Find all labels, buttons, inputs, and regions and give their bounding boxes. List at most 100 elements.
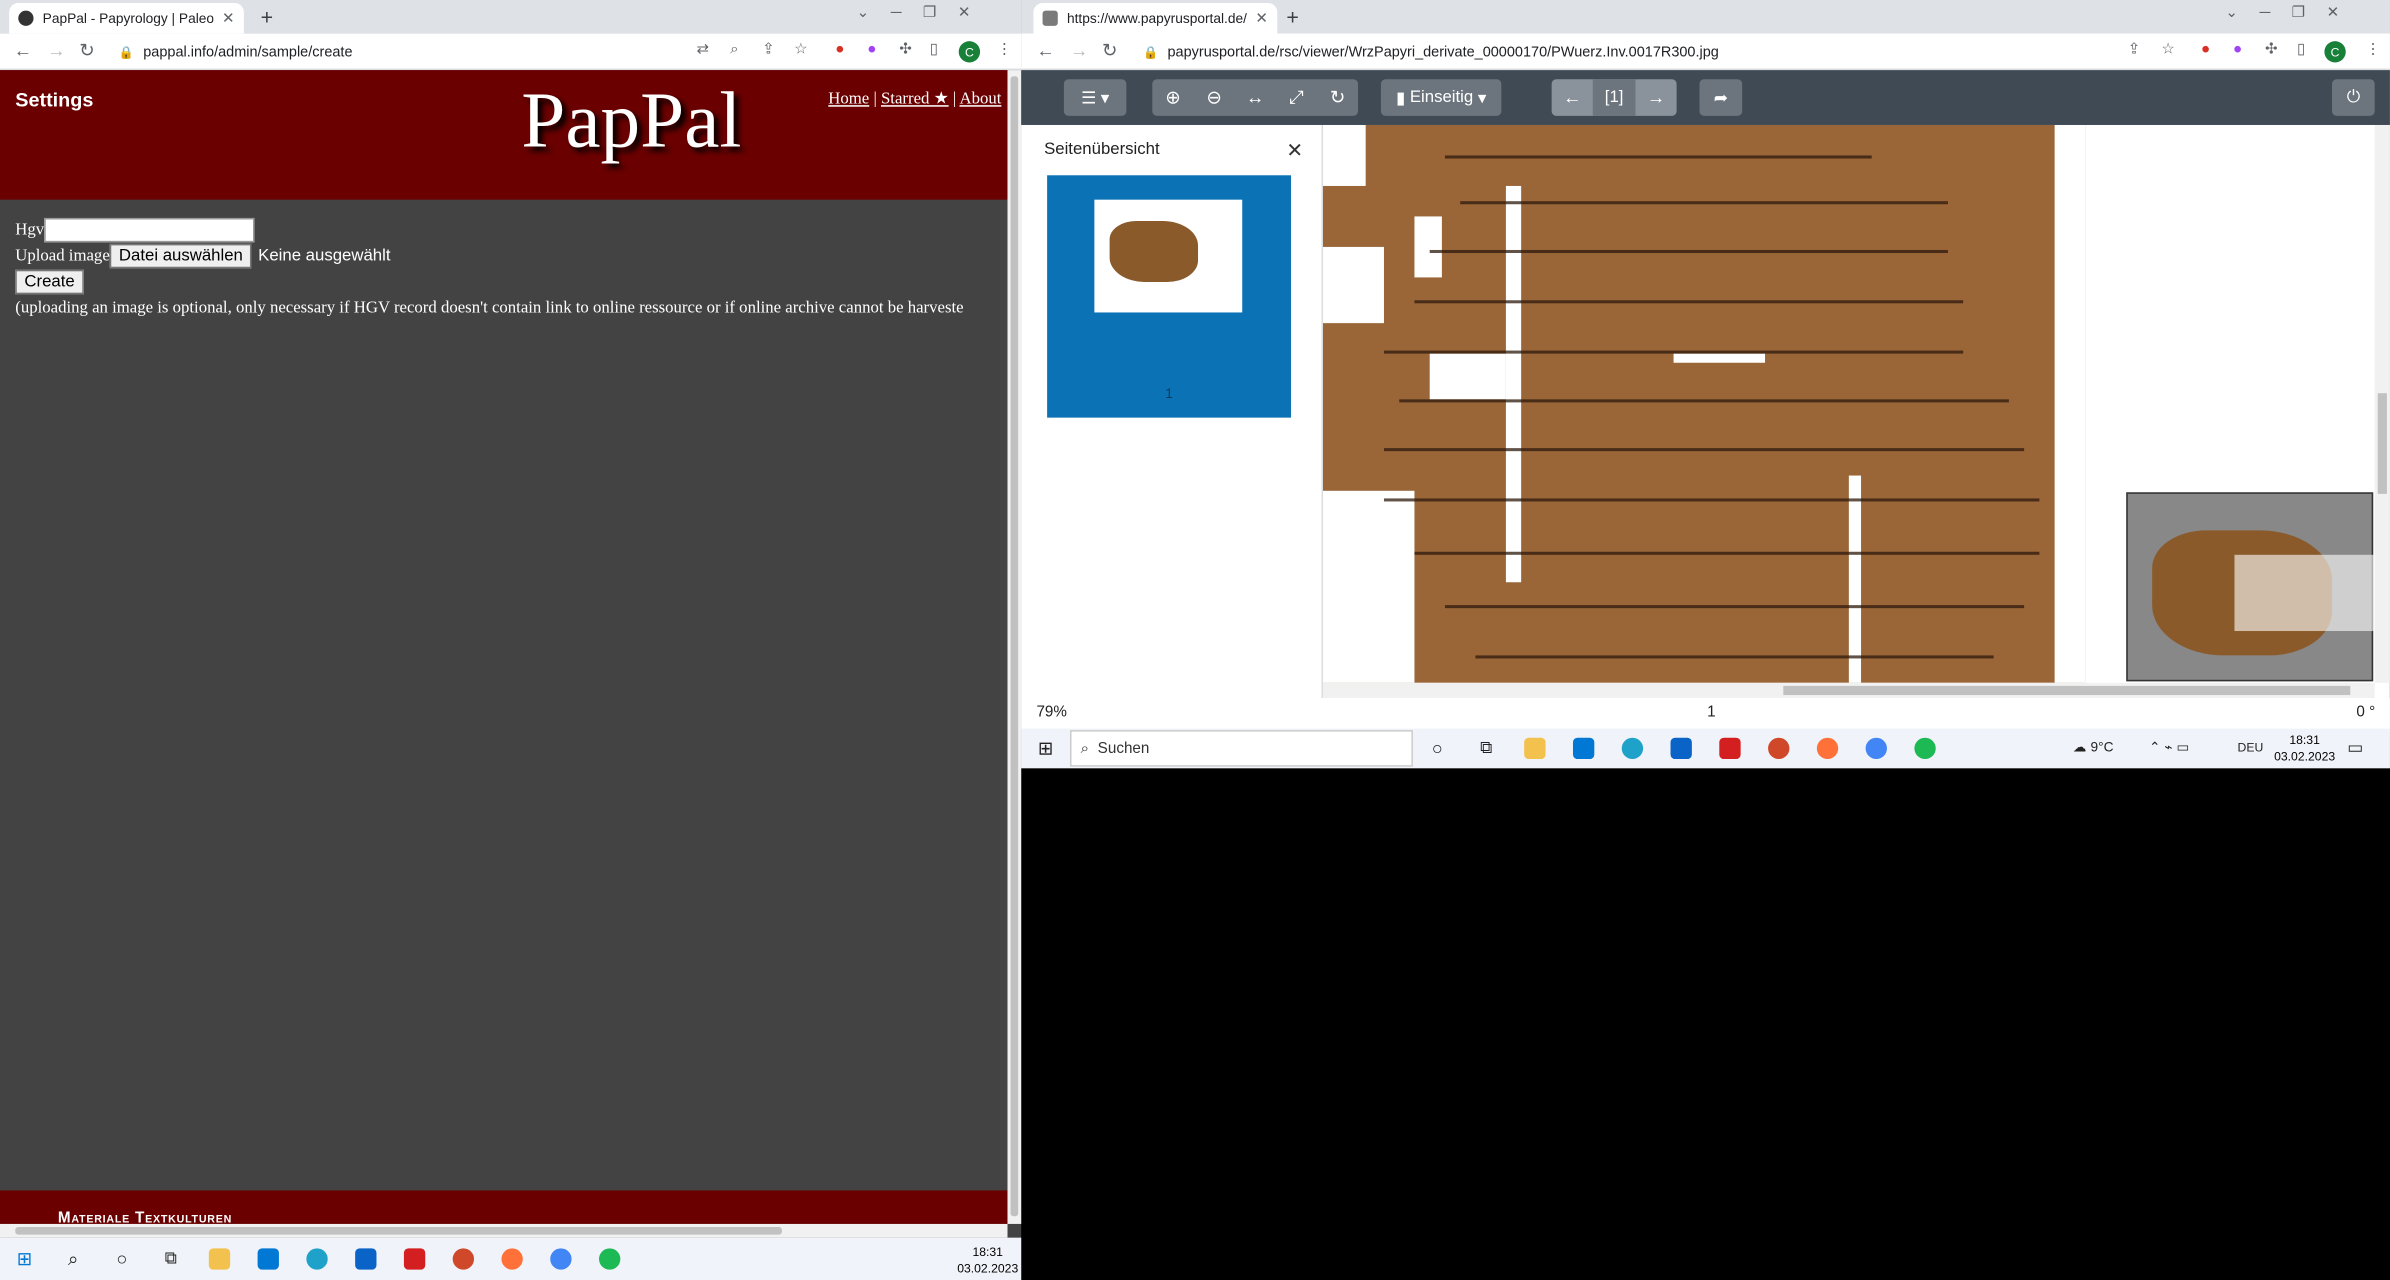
reload-icon[interactable]: ↻ (79, 40, 94, 61)
pappal-logo[interactable]: PapPal (521, 76, 741, 166)
mail-icon[interactable] (355, 1248, 377, 1270)
side-panel-icon[interactable]: ▯ (930, 41, 938, 58)
create-row: Create (15, 268, 1006, 294)
close-tab-icon[interactable]: ✕ (1255, 10, 1268, 27)
viewer-menu-button[interactable]: ☰ ▾ (1063, 79, 1127, 116)
powerpoint-icon[interactable] (1768, 737, 1790, 760)
profile-avatar[interactable]: C (2324, 41, 2346, 63)
window-controls[interactable]: ⌄─❐✕ (857, 5, 992, 22)
reload-icon[interactable]: ↻ (1102, 40, 1117, 61)
spotify-icon[interactable] (1914, 737, 1936, 760)
viewer-vertical-scrollbar[interactable] (2374, 124, 2390, 683)
taskbar-search-box[interactable]: ⌕ Suchen (1069, 730, 1413, 767)
tab-pappal[interactable]: PapPal - Papyrology | Paleograph ✕ (9, 3, 244, 34)
navigator-overview[interactable] (2126, 492, 2375, 682)
firefox-icon[interactable] (1816, 737, 1839, 760)
chrome-icon[interactable] (550, 1248, 572, 1270)
powerpoint-icon[interactable] (452, 1248, 475, 1270)
notification-icon[interactable]: ▭ (2347, 738, 2363, 757)
extension-purple-icon[interactable]: ● (867, 41, 876, 58)
close-icon[interactable]: ✕ (1286, 139, 1303, 163)
nav-starred-link[interactable]: Starred ★ (881, 90, 949, 108)
share-arrow-button[interactable]: ➦ (1699, 79, 1743, 116)
edge-icon[interactable] (1621, 737, 1644, 760)
create-button[interactable]: Create (15, 269, 84, 294)
tray-icons[interactable]: ⌃ ⌁ ▭ (2149, 739, 2189, 756)
view-mode-dropdown[interactable]: ▮ Einseitig ▾ (1380, 79, 1502, 116)
spotify-icon[interactable] (599, 1248, 621, 1270)
search-placeholder: Suchen (1097, 739, 1150, 757)
power-button[interactable]: ⏻ (2332, 79, 2375, 116)
page-overview-title: Seitenübersicht (1044, 140, 1160, 159)
zoom-icon[interactable]: ⌕ (730, 41, 739, 58)
bookmark-star-icon[interactable]: ☆ (2161, 41, 2175, 58)
browser-toolbar: ← → ↻ 🔒 pappal.info/admin/sample/create … (0, 33, 1022, 71)
side-panel-icon[interactable]: ▯ (2297, 41, 2305, 58)
horizontal-scrollbar[interactable] (0, 1223, 1008, 1238)
extension-red-icon[interactable]: ● (2201, 41, 2210, 58)
store-icon[interactable] (257, 1248, 279, 1270)
page-indicator[interactable]: [1] (1592, 79, 1636, 116)
firefox-icon[interactable] (501, 1248, 523, 1270)
bookmark-star-icon[interactable]: ☆ (794, 41, 808, 58)
forward-arrow-icon[interactable]: → (1070, 40, 1088, 61)
page-thumbnail[interactable]: 1 (1047, 175, 1291, 418)
weather-widget[interactable]: ☁ 9°C (2073, 739, 2114, 756)
edge-icon[interactable] (306, 1248, 328, 1270)
rotate-icon[interactable]: ↻ (1317, 79, 1358, 116)
search-icon[interactable]: ⌕ (62, 1248, 83, 1269)
extension-purple-icon[interactable]: ● (2233, 41, 2242, 58)
menu-dots-icon[interactable]: ⋮ (997, 41, 1012, 58)
forward-arrow-icon[interactable]: → (47, 40, 65, 61)
viewer-horizontal-scrollbar[interactable] (1323, 682, 2375, 699)
thumbnail-image (1094, 199, 1243, 313)
left-browser-window: PapPal - Papyrology | Paleograph ✕ + ⌄─❐… (0, 0, 1022, 1280)
address-bar[interactable]: 🔒 papyrusportal.de/rsc/viewer/WrzPapyri_… (1143, 38, 2103, 65)
nav-home-link[interactable]: Home (828, 90, 869, 108)
fit-width-icon[interactable]: ↔ (1235, 79, 1276, 116)
file-explorer-icon[interactable] (1524, 737, 1546, 760)
profile-avatar[interactable]: C (958, 41, 981, 63)
acrobat-icon[interactable] (1719, 737, 1741, 760)
mail-icon[interactable] (1670, 737, 1692, 760)
share-icon[interactable]: ⇪ (2128, 41, 2141, 58)
vertical-scrollbar[interactable] (1007, 70, 1022, 1224)
browser-toolbar: ← → ↻ 🔒 papyrusportal.de/rsc/viewer/WrzP… (1021, 33, 2390, 71)
store-icon[interactable] (1572, 737, 1595, 760)
windows-start-icon[interactable]: ⊞ (1035, 738, 1056, 759)
task-view-icon[interactable]: ⧉ (1475, 738, 1496, 759)
input-language[interactable]: DEU (2238, 741, 2264, 755)
hgv-input[interactable] (44, 217, 255, 242)
close-tab-icon[interactable]: ✕ (222, 10, 235, 27)
choose-file-button[interactable]: Datei auswählen (109, 243, 253, 268)
zoom-out-icon[interactable]: ⊖ (1193, 79, 1234, 116)
menu-dots-icon[interactable]: ⋮ (2366, 41, 2381, 58)
task-view-icon[interactable]: ⧉ (160, 1248, 181, 1269)
zoom-in-icon[interactable]: ⊕ (1152, 79, 1193, 116)
next-page-icon[interactable]: → (1635, 79, 1676, 116)
new-tab-icon[interactable]: + (1286, 5, 1298, 29)
extension-red-icon[interactable]: ● (835, 41, 844, 58)
share-icon[interactable]: ⇪ (762, 41, 775, 58)
settings-heading[interactable]: Settings (15, 88, 93, 111)
window-controls[interactable]: ⌄─❐✕ (2225, 5, 2360, 22)
windows-start-icon[interactable]: ⊞ (14, 1248, 35, 1269)
cortana-icon[interactable]: ○ (1427, 738, 1448, 759)
fit-page-icon[interactable]: ⤢ (1276, 79, 1317, 116)
file-explorer-icon[interactable] (208, 1248, 231, 1270)
chrome-icon[interactable] (1865, 737, 1887, 760)
translate-icon[interactable]: ⇄ (697, 41, 710, 58)
nav-about-link[interactable]: About (959, 90, 1001, 108)
left-clock[interactable]: 18:31 03.02.2023 (957, 1244, 1018, 1278)
back-arrow-icon[interactable]: ← (14, 40, 32, 61)
back-arrow-icon[interactable]: ← (1036, 40, 1054, 61)
new-tab-icon[interactable]: + (261, 5, 273, 29)
extensions-puzzle-icon[interactable]: ✣ (899, 41, 912, 58)
tab-papyrusportal[interactable]: https://www.papyrusportal.de/rs ✕ (1033, 3, 1278, 34)
right-clock[interactable]: 18:31 03.02.2023 (2274, 732, 2335, 766)
address-bar[interactable]: 🔒 pappal.info/admin/sample/create (119, 38, 683, 65)
acrobat-icon[interactable] (403, 1248, 426, 1270)
extensions-puzzle-icon[interactable]: ✣ (2265, 41, 2278, 58)
previous-page-icon[interactable]: ← (1552, 79, 1593, 116)
cortana-icon[interactable]: ○ (111, 1248, 132, 1269)
